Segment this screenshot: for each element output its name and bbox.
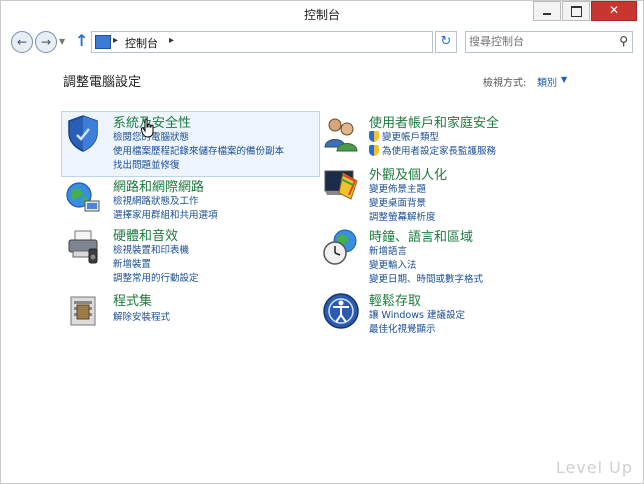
forward-button[interactable]: → [35, 31, 57, 53]
chevron-down-icon[interactable]: ▼ [561, 75, 567, 84]
link-optimize-visual-display[interactable]: 最佳化視覺顯示 [369, 321, 436, 335]
link-change-account-type[interactable]: 變更帳戶類型 [369, 129, 439, 143]
minimize-button[interactable] [533, 1, 561, 21]
breadcrumb-control-panel[interactable]: 控制台 [125, 35, 158, 51]
link-homegroup-sharing[interactable]: 選擇家用群組和共用選項 [113, 207, 218, 221]
maximize-button[interactable] [562, 1, 590, 21]
control-panel-icon [95, 35, 111, 49]
minimize-icon [543, 13, 551, 15]
back-button[interactable]: ← [11, 31, 33, 53]
link-change-input-method[interactable]: 變更輸入法 [369, 257, 417, 271]
search-input[interactable] [469, 34, 609, 48]
recent-pages-dropdown-icon[interactable]: ▼ [59, 37, 65, 46]
link-mobility-settings[interactable]: 調整常用的行動設定 [113, 270, 199, 284]
printer-icon[interactable] [63, 227, 103, 267]
link-uninstall-program[interactable]: 解除安裝程式 [113, 309, 170, 323]
window-frame: 控制台 ✕ ← → ▼ ↑ ▸ 控制台 ▸ ▼ ↻ ⚲ 調整電腦設定 檢視方式:… [0, 0, 644, 484]
search-icon[interactable]: ⚲ [619, 34, 628, 48]
close-icon: ✕ [608, 3, 620, 17]
link-change-theme[interactable]: 變更佈景主題 [369, 181, 426, 195]
ease-of-access-icon[interactable] [321, 291, 361, 331]
link-screen-resolution[interactable]: 調整螢幕解析度 [369, 209, 436, 223]
page-title: 調整電腦設定 [63, 75, 142, 90]
link-date-time-format[interactable]: 變更日期、時間或數字格式 [369, 271, 483, 285]
network-globe-icon[interactable] [63, 177, 103, 217]
appearance-icon[interactable] [321, 165, 361, 205]
link-devices-printers[interactable]: 檢視裝置和印表機 [113, 242, 189, 256]
link-family-safety[interactable]: 為使用者設定家長監護服務 [369, 143, 496, 157]
close-button[interactable]: ✕ [591, 1, 637, 21]
clock-globe-icon[interactable] [321, 227, 361, 267]
breadcrumb-chevron-icon[interactable]: ▸ [169, 35, 174, 46]
shield-icon[interactable] [63, 113, 103, 153]
address-bar[interactable]: ▸ 控制台 ▸ ▼ [91, 31, 515, 53]
watermark: Level Up [555, 458, 633, 477]
programs-icon[interactable] [63, 291, 103, 331]
title-bar: 控制台 ✕ [1, 1, 643, 25]
window-controls: ✕ [532, 1, 637, 21]
link-windows-suggest-settings[interactable]: 讓 Windows 建議設定 [369, 307, 465, 321]
breadcrumb-chevron-icon[interactable]: ▸ [113, 35, 118, 46]
uac-shield-icon [369, 145, 379, 156]
link-desktop-background[interactable]: 變更桌面背景 [369, 195, 426, 209]
up-arrow-icon[interactable]: ↑ [75, 31, 88, 50]
view-by-dropdown[interactable]: 類別 [537, 74, 557, 89]
search-box[interactable]: ⚲ [465, 31, 633, 53]
uac-shield-icon [369, 131, 379, 142]
category-title-programs[interactable]: 程式集 [113, 290, 152, 309]
users-icon[interactable] [321, 113, 361, 153]
link-add-device[interactable]: 新增裝置 [113, 256, 151, 270]
hand-cursor-icon [141, 118, 154, 138]
maximize-icon [571, 6, 582, 17]
link-troubleshoot[interactable]: 找出問題並修復 [113, 157, 180, 171]
link-add-language[interactable]: 新增語言 [369, 243, 407, 257]
link-file-history-backup[interactable]: 使用檔案歷程記錄來儲存檔案的備份副本 [113, 143, 284, 157]
navigation-bar: ← → ▼ ↑ ▸ 控制台 ▸ ▼ ↻ ⚲ [1, 27, 643, 55]
view-by-label: 檢視方式: [483, 78, 527, 89]
link-network-status[interactable]: 檢視網路狀態及工作 [113, 193, 199, 207]
refresh-button[interactable]: ↻ [435, 31, 457, 53]
link-change-account-type-label: 變更帳戶類型 [382, 132, 440, 143]
link-family-safety-label: 為使用者設定家長監護服務 [382, 146, 497, 157]
